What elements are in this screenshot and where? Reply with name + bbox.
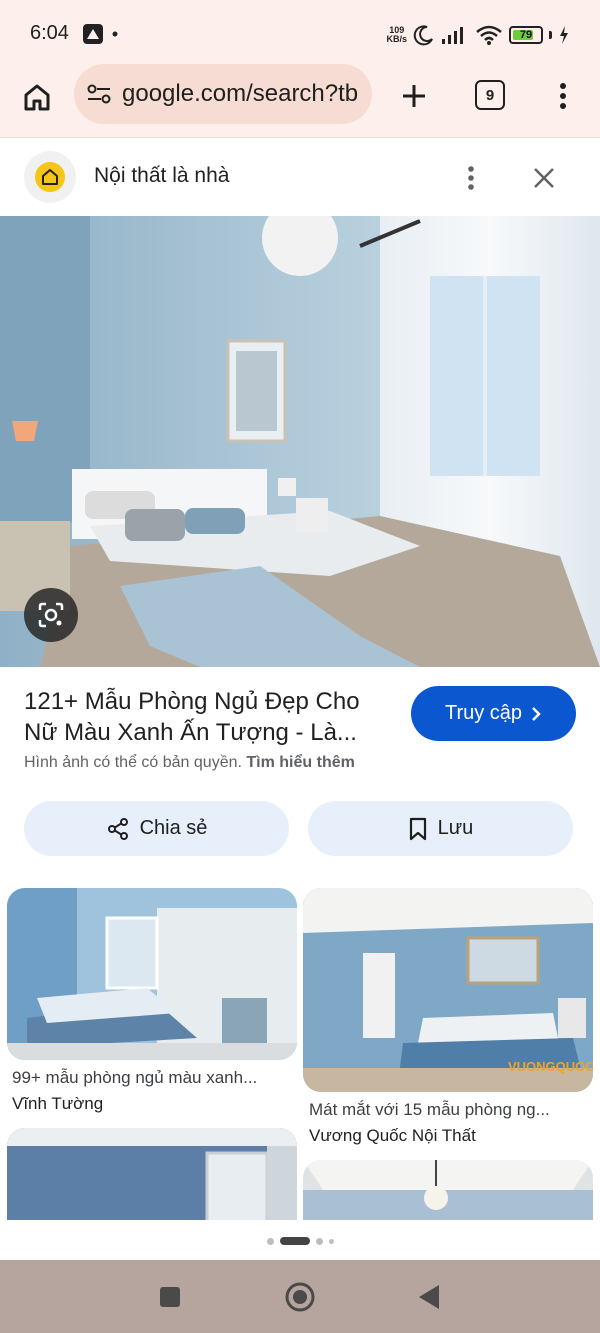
preview-image[interactable] xyxy=(0,216,600,667)
net-speed-unit: KB/s xyxy=(386,34,407,44)
lens-icon xyxy=(38,602,64,628)
back-button[interactable] xyxy=(412,1280,446,1314)
bedroom-illustration xyxy=(0,216,600,667)
visit-label: Truy cập xyxy=(444,702,523,724)
source-header: Nội thất là nhà xyxy=(0,138,600,354)
copyright-notice: Hình ảnh có thể có bản quyền. Tìm hiểu t… xyxy=(24,754,355,772)
related-image-4-thumbnail xyxy=(303,1160,593,1220)
url-text[interactable]: google.com/search?tb xyxy=(122,80,358,108)
close-icon xyxy=(534,168,554,188)
related-image-2-caption[interactable]: Mát mắt với 15 mẫu phòng ng... xyxy=(309,1100,594,1120)
app-notification-icon xyxy=(83,24,103,44)
related-image-3[interactable] xyxy=(7,1128,297,1220)
related-image-2[interactable]: VUONGQUOC xyxy=(303,888,593,1092)
pager-dot-4[interactable] xyxy=(328,1238,334,1244)
source-more-button[interactable] xyxy=(456,158,486,198)
back-triangle-icon xyxy=(419,1285,439,1309)
home-button[interactable] xyxy=(18,78,56,116)
related-image-2-thumbnail: VUONGQUOC xyxy=(303,888,593,1092)
status-right-icons: 109 KB/s 79 xyxy=(386,22,570,48)
browser-toolbar: google.com/search?tb 9 xyxy=(0,64,600,138)
save-button[interactable]: Lưu xyxy=(308,801,573,856)
more-vert-icon xyxy=(560,83,566,109)
carousel-pager xyxy=(0,1222,600,1260)
save-label: Lưu xyxy=(437,817,474,839)
related-image-1-thumbnail xyxy=(7,888,297,1060)
share-button[interactable]: Chia sẻ xyxy=(24,801,289,856)
home-nav-button[interactable] xyxy=(283,1280,317,1314)
system-navigation-bar xyxy=(0,1260,600,1333)
house-logo-icon xyxy=(35,162,65,192)
related-image-2-source: Vương Quốc Nội Thất xyxy=(309,1126,476,1145)
home-circle-icon xyxy=(285,1282,315,1312)
related-image-1-source: Vĩnh Tường xyxy=(12,1094,104,1113)
related-image-1-caption[interactable]: 99+ mẫu phòng ngủ màu xanh... xyxy=(12,1068,297,1088)
copyright-text: Hình ảnh có thể có bản quyền. xyxy=(24,754,242,771)
recents-square-icon xyxy=(160,1287,180,1307)
browser-menu-button[interactable] xyxy=(548,76,578,116)
result-title[interactable]: 121+ Mẫu Phòng Ngủ Đẹp Cho Nữ Màu Xanh Ấ… xyxy=(24,686,396,748)
url-bar[interactable]: google.com/search?tb xyxy=(74,64,372,124)
signal-icon xyxy=(442,27,463,44)
related-image-1[interactable] xyxy=(7,888,297,1060)
learn-more-link[interactable]: Tìm hiểu thêm xyxy=(246,754,354,771)
home-icon xyxy=(24,84,50,111)
dot-icon xyxy=(112,31,118,37)
new-tab-button[interactable] xyxy=(394,76,434,116)
status-time: 6:04 xyxy=(30,22,69,44)
share-icon xyxy=(107,817,128,840)
source-name[interactable]: Nội thất là nhà xyxy=(94,164,229,188)
pager-dot-2-active[interactable] xyxy=(279,1237,310,1245)
site-settings-icon[interactable] xyxy=(86,83,112,105)
plus-icon xyxy=(403,85,425,107)
more-vert-icon xyxy=(468,166,474,190)
close-button[interactable] xyxy=(526,160,562,196)
related-images-grid: 99+ mẫu phòng ngủ màu xanh... Vĩnh Tường… xyxy=(0,886,600,1220)
bookmark-icon xyxy=(409,817,426,840)
related-image-3-thumbnail xyxy=(7,1128,297,1220)
related-image-2-watermark: VUONGQUOC xyxy=(508,1059,593,1074)
chevron-right-icon xyxy=(532,706,541,721)
tabs-button[interactable]: 9 xyxy=(475,80,505,110)
battery-icon: 79 xyxy=(509,26,543,44)
share-label: Chia sẻ xyxy=(139,817,208,839)
battery-cap xyxy=(549,31,552,39)
visit-button[interactable]: Truy cập xyxy=(411,686,576,741)
wifi-icon xyxy=(476,25,502,45)
status-bar: 6:04 109 KB/s 79 xyxy=(0,0,600,64)
related-image-4[interactable] xyxy=(303,1160,593,1220)
tab-count: 9 xyxy=(485,86,495,104)
source-logo[interactable] xyxy=(24,151,76,203)
status-left-icons xyxy=(82,22,118,46)
charging-icon xyxy=(560,26,568,44)
net-speed: 109 KB/s xyxy=(386,26,407,44)
moon-icon xyxy=(413,25,433,46)
google-lens-button[interactable] xyxy=(24,588,78,642)
recents-button[interactable] xyxy=(153,1280,187,1314)
pager-dot-3[interactable] xyxy=(315,1237,323,1245)
pager-dot-1[interactable] xyxy=(266,1237,274,1245)
battery-percent: 79 xyxy=(519,29,533,41)
